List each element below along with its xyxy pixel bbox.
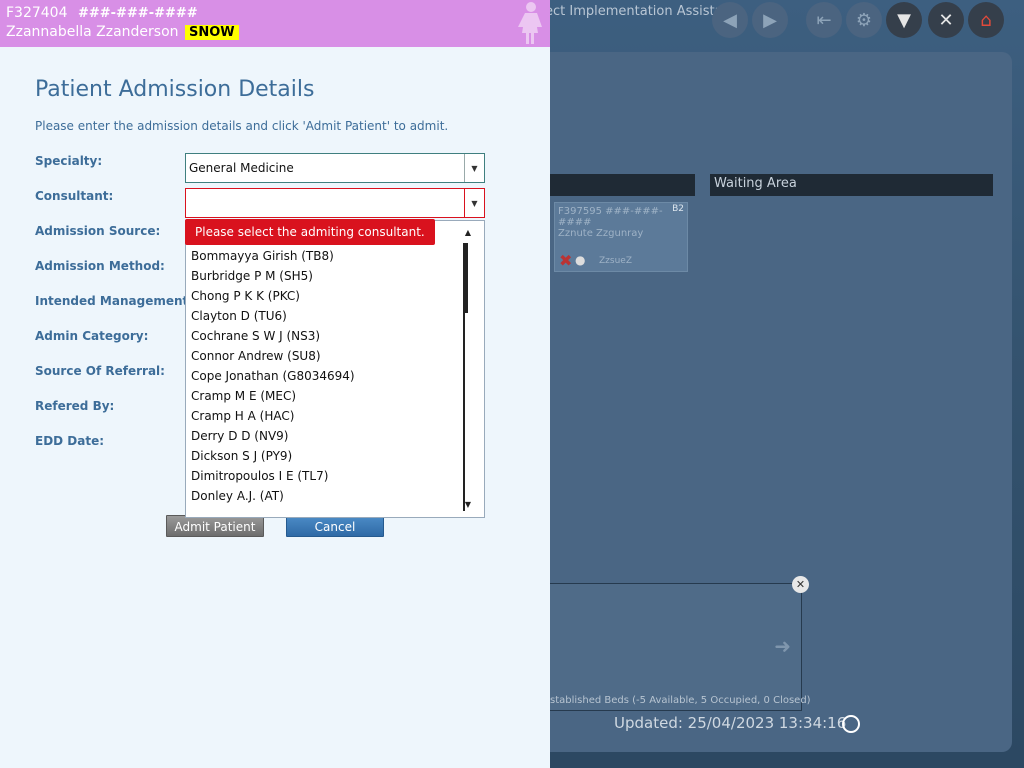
patient-nhs-number: ###-###-#### [77,6,198,21]
patient-name-line: Zzannabella Zzanderson SNOW [6,24,239,40]
list-item[interactable]: Chong P K K (PKC) [191,286,461,306]
female-icon [518,2,542,44]
consultant-options: Bommayya Girish (TB8) Burbridge P M (SH5… [191,246,461,506]
cancel-button[interactable]: Cancel [286,515,384,537]
label-consultant: Consultant: [35,189,114,203]
cross-icon: ✖ [559,251,573,270]
list-item[interactable]: Cochrane S W J (NS3) [191,326,461,346]
list-item[interactable]: Dimitropoulos I E (TL7) [191,466,461,486]
scroll-up-icon[interactable]: ▲ [465,228,471,237]
close-icon[interactable]: ✕ [792,576,809,593]
list-item[interactable]: Derry D D (NV9) [191,426,461,446]
forward-arrow-icon[interactable]: ▶ [752,2,788,38]
label-admission-method: Admission Method: [35,259,165,273]
label-specialty: Specialty: [35,154,103,168]
label-admission-source: Admission Source: [35,224,161,238]
patient-id-line: F327404 ###-###-#### [6,5,198,21]
specialty-combobox[interactable]: General Medicine ▼ [185,153,485,183]
list-item[interactable]: Donley A.J. (AT) [191,486,461,506]
alert-badge: SNOW [185,25,239,40]
beds-summary: stablished Beds (-5 Available, 5 Occupie… [550,695,811,706]
patient-name: Zzannabella Zzanderson [6,24,179,40]
beds-summary-box: ✕ ➜ stablished Beds (-5 Available, 5 Occ… [546,576,811,711]
bed-card[interactable]: F397595 ###-###-#### Zznute Zzgunray B2 … [554,202,688,272]
label-refered-by: Refered By: [35,399,115,413]
app-title: ect Implementation Assistant [545,4,736,19]
settings-icon[interactable]: ⚙ [846,2,882,38]
form-instruction: Please enter the admission details and c… [35,119,449,133]
specialty-value: General Medicine [189,161,294,175]
list-item[interactable]: Cope Jonathan (G8034694) [191,366,461,386]
scrollbar-thumb[interactable] [463,243,468,313]
bed-patient-name: Zznute Zzgunray [558,228,644,239]
bed-number: B2 [672,204,684,214]
list-item[interactable]: Cramp H A (HAC) [191,406,461,426]
admission-flyout: F327404 ###-###-#### Zzannabella Zzander… [0,0,550,768]
patient-banner: F327404 ###-###-#### Zzannabella Zzander… [0,0,550,47]
bed-user: ZzsueZ [599,256,632,266]
bed-patient-id: F397595 [558,206,602,217]
page-title: Patient Admission Details [35,77,315,102]
close-icon[interactable]: ✕ [928,2,964,38]
arrow-right-icon[interactable]: ➜ [774,634,791,658]
label-intended-management: Intended Management: [35,294,194,308]
label-source-of-referral: Source Of Referral: [35,364,165,378]
list-item[interactable]: Cramp M E (MEC) [191,386,461,406]
list-item[interactable]: Burbridge P M (SH5) [191,266,461,286]
admit-patient-button[interactable]: Admit Patient [166,515,264,537]
consultant-combobox[interactable]: ▼ [185,188,485,218]
list-item[interactable]: Dickson S J (PY9) [191,446,461,466]
column-header-left [546,174,695,196]
consultant-dropdown[interactable]: Bommayya Girish (TB8) Burbridge P M (SH5… [185,220,485,518]
patient-id: F327404 [6,5,68,21]
list-item[interactable]: Connor Andrew (SU8) [191,346,461,366]
list-item[interactable]: Bommayya Girish (TB8) [191,246,461,266]
chevron-down-icon[interactable]: ▼ [464,154,484,182]
consultant-error-tooltip: Please select the admiting consultant. [185,219,435,245]
label-admin-category: Admin Category: [35,329,149,343]
updated-timestamp: Updated: 25/04/2023 13:34:16 [614,714,847,732]
list-item[interactable]: Clayton D (TU6) [191,306,461,326]
medication-icon: ● [575,253,586,267]
exit-icon[interactable]: ⇤ [806,2,842,38]
home-icon[interactable]: ⌂ [968,2,1004,38]
label-edd-date: EDD Date: [35,434,105,448]
chevron-down-icon[interactable]: ▼ [464,189,484,217]
refresh-indicator-icon[interactable] [842,715,860,733]
back-arrow-icon[interactable]: ◀ [712,2,748,38]
scroll-down-icon[interactable]: ▼ [465,500,471,509]
filter-icon[interactable]: ▼ [886,2,922,38]
column-header-waiting-area: Waiting Area [710,174,993,196]
